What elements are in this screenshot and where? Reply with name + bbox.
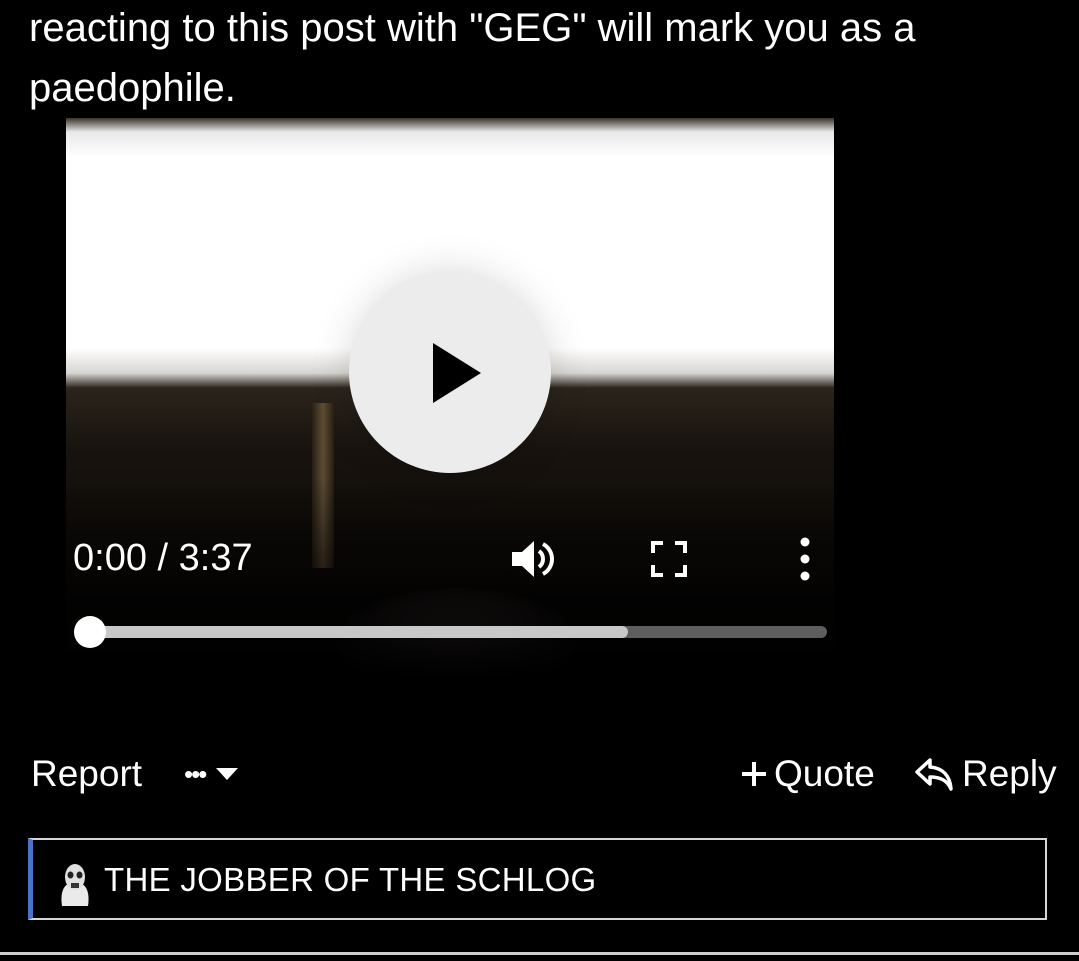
quote-button[interactable]: Quote [740, 752, 875, 796]
video-buffer-bar [90, 626, 628, 638]
video-progress-handle[interactable] [74, 616, 106, 648]
more-vertical-icon [800, 537, 810, 581]
volume-button[interactable] [510, 536, 556, 582]
skull-face-icon [54, 862, 96, 906]
fullscreen-button[interactable] [646, 536, 692, 582]
plus-icon [742, 762, 766, 786]
play-button[interactable] [349, 271, 551, 473]
signature-block: THE JOBBER OF THE SCHLOG [28, 838, 1047, 920]
post-page: reacting to this post with "GEG" will ma… [0, 0, 1079, 961]
more-actions-label: ••• [184, 759, 207, 789]
signature-text: THE JOBBER OF THE SCHLOG [104, 861, 597, 898]
reply-icon [915, 758, 953, 791]
divider [0, 952, 1079, 955]
volume-icon [512, 541, 554, 577]
post-body-text: reacting to this post with "GEG" will ma… [29, 6, 916, 110]
signature-avatar [54, 862, 96, 906]
more-actions-button[interactable]: ••• [184, 752, 239, 796]
play-icon [433, 343, 481, 403]
reply-label: Reply [962, 753, 1057, 794]
video-more-button[interactable] [782, 536, 828, 582]
quote-label: Quote [774, 753, 875, 794]
report-button[interactable]: Report [31, 752, 142, 796]
video-progress-bar[interactable] [74, 616, 827, 648]
fullscreen-icon [651, 541, 687, 577]
video-time: 0:00 / 3:37 [73, 537, 253, 579]
chevron-down-icon [216, 768, 239, 780]
video-player[interactable]: 0:00 / 3:37 [66, 118, 834, 678]
reply-button[interactable]: Reply [914, 752, 1057, 796]
